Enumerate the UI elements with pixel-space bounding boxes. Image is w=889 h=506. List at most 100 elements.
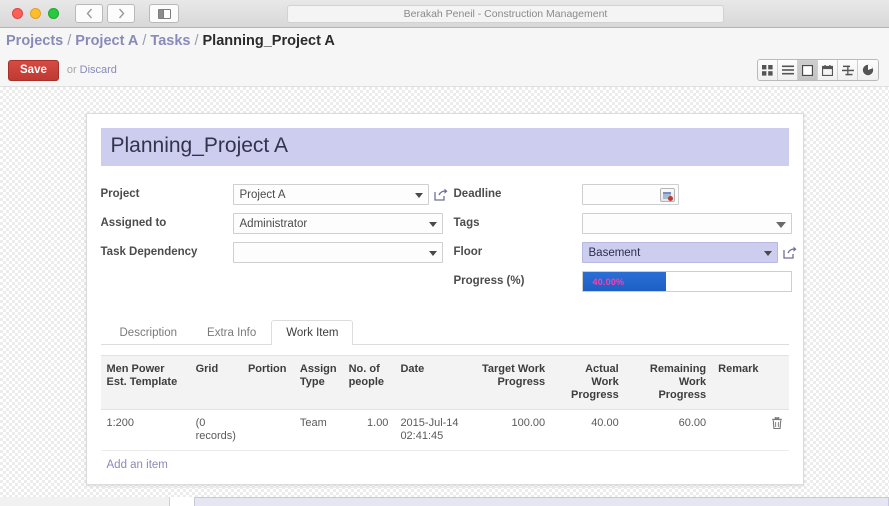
column-header-target[interactable]: Target Work Progress [473, 355, 552, 410]
table-body: 1:200 (0 records) Team 1.00 2015-Jul-14 … [100, 409, 789, 451]
field-label-tags: Tags [453, 217, 480, 229]
view-button-gantt[interactable] [838, 60, 858, 80]
external-link-icon [782, 246, 796, 259]
breadcrumb-item-projects[interactable]: Projects [6, 33, 63, 49]
graph-icon [862, 64, 874, 76]
view-button-list[interactable] [778, 60, 798, 80]
view-button-calendar[interactable] [818, 60, 838, 80]
progress-bar[interactable]: 40.00% [581, 271, 792, 292]
bottom-strip-right [194, 497, 889, 506]
project-value: Project A [239, 189, 286, 201]
page-background: Planning_Project A Project Project A Ass… [0, 87, 889, 506]
view-button-graph[interactable] [858, 60, 878, 80]
tab-work-item[interactable]: Work Item [271, 320, 354, 345]
field-row-tags: Tags [453, 213, 792, 235]
cell-assign-type: Team [293, 409, 343, 451]
trash-icon [771, 416, 782, 430]
chevron-down-icon [428, 250, 437, 256]
field-row-progress: Progress (%) 40.00% [453, 271, 792, 293]
add-an-item-button[interactable]: Add an item [101, 451, 174, 471]
browser-nav-buttons [75, 4, 135, 23]
form-icon [802, 64, 813, 76]
column-header-remaining[interactable]: Remaining Work Progress [624, 355, 713, 410]
discard-button[interactable]: Discard [80, 64, 117, 76]
cell-template: 1:200 [100, 409, 190, 451]
form-columns: Project Project A Assigned to Administra… [100, 184, 796, 300]
save-button[interactable]: Save [8, 59, 59, 81]
tab-description[interactable]: Description [105, 320, 193, 345]
view-switcher [757, 59, 879, 81]
field-row-task-dependency: Task Dependency [101, 242, 445, 264]
chevron-left-icon [86, 8, 92, 19]
cell-target: 100.00 [473, 409, 552, 451]
breadcrumb-item-tasks[interactable]: Tasks [150, 33, 190, 49]
column-header-actions [764, 355, 789, 410]
column-header-actual[interactable]: Actual Work Progress [551, 355, 625, 410]
cell-actual: 40.00 [551, 409, 625, 451]
floor-value: Basement [588, 247, 641, 259]
notebook-tabs: Description Extra Info Work Item [100, 320, 789, 345]
tab-extra-info[interactable]: Extra Info [192, 320, 271, 345]
work-item-table: Men Power Est. Template Grid Portion Ass… [100, 355, 789, 451]
divider-line [100, 487, 789, 488]
column-header-portion[interactable]: Portion [241, 355, 294, 410]
sidebar-toggle-icon [157, 8, 171, 19]
back-button[interactable] [75, 4, 103, 23]
forward-button[interactable] [107, 4, 135, 23]
breadcrumb-item-project-a[interactable]: Project A [75, 33, 138, 49]
field-label-deadline: Deadline [453, 188, 502, 200]
field-label-project: Project [100, 188, 140, 200]
chevron-down-icon [763, 250, 772, 256]
or-label: or [66, 64, 77, 76]
column-header-people[interactable]: No. of people [342, 355, 395, 410]
field-label-progress: Progress (%) [453, 275, 525, 287]
gantt-icon [841, 65, 854, 75]
column-header-template[interactable]: Men Power Est. Template [100, 355, 190, 410]
table-header-row: Men Power Est. Template Grid Portion Ass… [100, 355, 789, 410]
calendar-picker-icon[interactable] [659, 188, 675, 202]
assigned-to-select[interactable]: Administrator [232, 213, 443, 234]
browser-title-text: Berakah Peneil - Construction Management [403, 8, 608, 20]
cell-remaining: 60.00 [624, 409, 713, 451]
open-floor-link-button[interactable] [782, 246, 797, 259]
field-label-floor: Floor [453, 246, 483, 258]
progress-bar-value: 40.00% [592, 276, 625, 287]
external-link-icon [433, 188, 447, 201]
cell-remark [712, 409, 765, 451]
column-header-date[interactable]: Date [394, 355, 474, 410]
breadcrumb-separator: / [67, 33, 72, 49]
column-header-remark[interactable]: Remark [712, 355, 765, 410]
maximize-window-button[interactable] [48, 8, 59, 19]
breadcrumb: Projects / Project A / Tasks / Planning_… [0, 28, 889, 54]
open-project-link-button[interactable] [433, 188, 448, 201]
kanban-icon [762, 64, 773, 76]
task-dependency-select[interactable] [232, 242, 443, 263]
table-header: Men Power Est. Template Grid Portion Ass… [100, 355, 789, 410]
close-window-button[interactable] [12, 8, 23, 19]
view-button-form[interactable] [798, 60, 818, 80]
view-button-kanban[interactable] [758, 60, 778, 80]
project-select[interactable]: Project A [232, 184, 429, 205]
table-row[interactable]: 1:200 (0 records) Team 1.00 2015-Jul-14 … [100, 409, 789, 451]
field-row-project: Project Project A [100, 184, 448, 206]
column-header-grid[interactable]: Grid [189, 355, 242, 410]
form-column-left: Project Project A Assigned to Administra… [100, 184, 448, 300]
bottom-strip-left [0, 497, 170, 506]
minimize-window-button[interactable] [30, 8, 41, 19]
calendar-icon [822, 64, 833, 76]
browser-title-field[interactable]: Berakah Peneil - Construction Management [287, 5, 724, 23]
page-title: Planning_Project A [100, 128, 789, 166]
deadline-input[interactable] [581, 184, 679, 205]
assigned-to-value: Administrator [239, 218, 308, 230]
sidebar-toggle-button[interactable] [149, 4, 179, 23]
delete-row-button[interactable] [764, 409, 789, 451]
cell-people: 1.00 [342, 409, 395, 451]
field-row-deadline: Deadline [454, 184, 789, 206]
progress-bar-fill: 40.00% [582, 272, 666, 291]
breadcrumb-separator: / [194, 33, 199, 49]
column-header-assign-type[interactable]: Assign Type [293, 355, 343, 410]
chevron-down-icon [775, 221, 786, 228]
field-row-floor: Floor Basement [453, 242, 796, 264]
tags-select[interactable] [581, 213, 792, 234]
floor-select[interactable]: Basement [581, 242, 778, 263]
